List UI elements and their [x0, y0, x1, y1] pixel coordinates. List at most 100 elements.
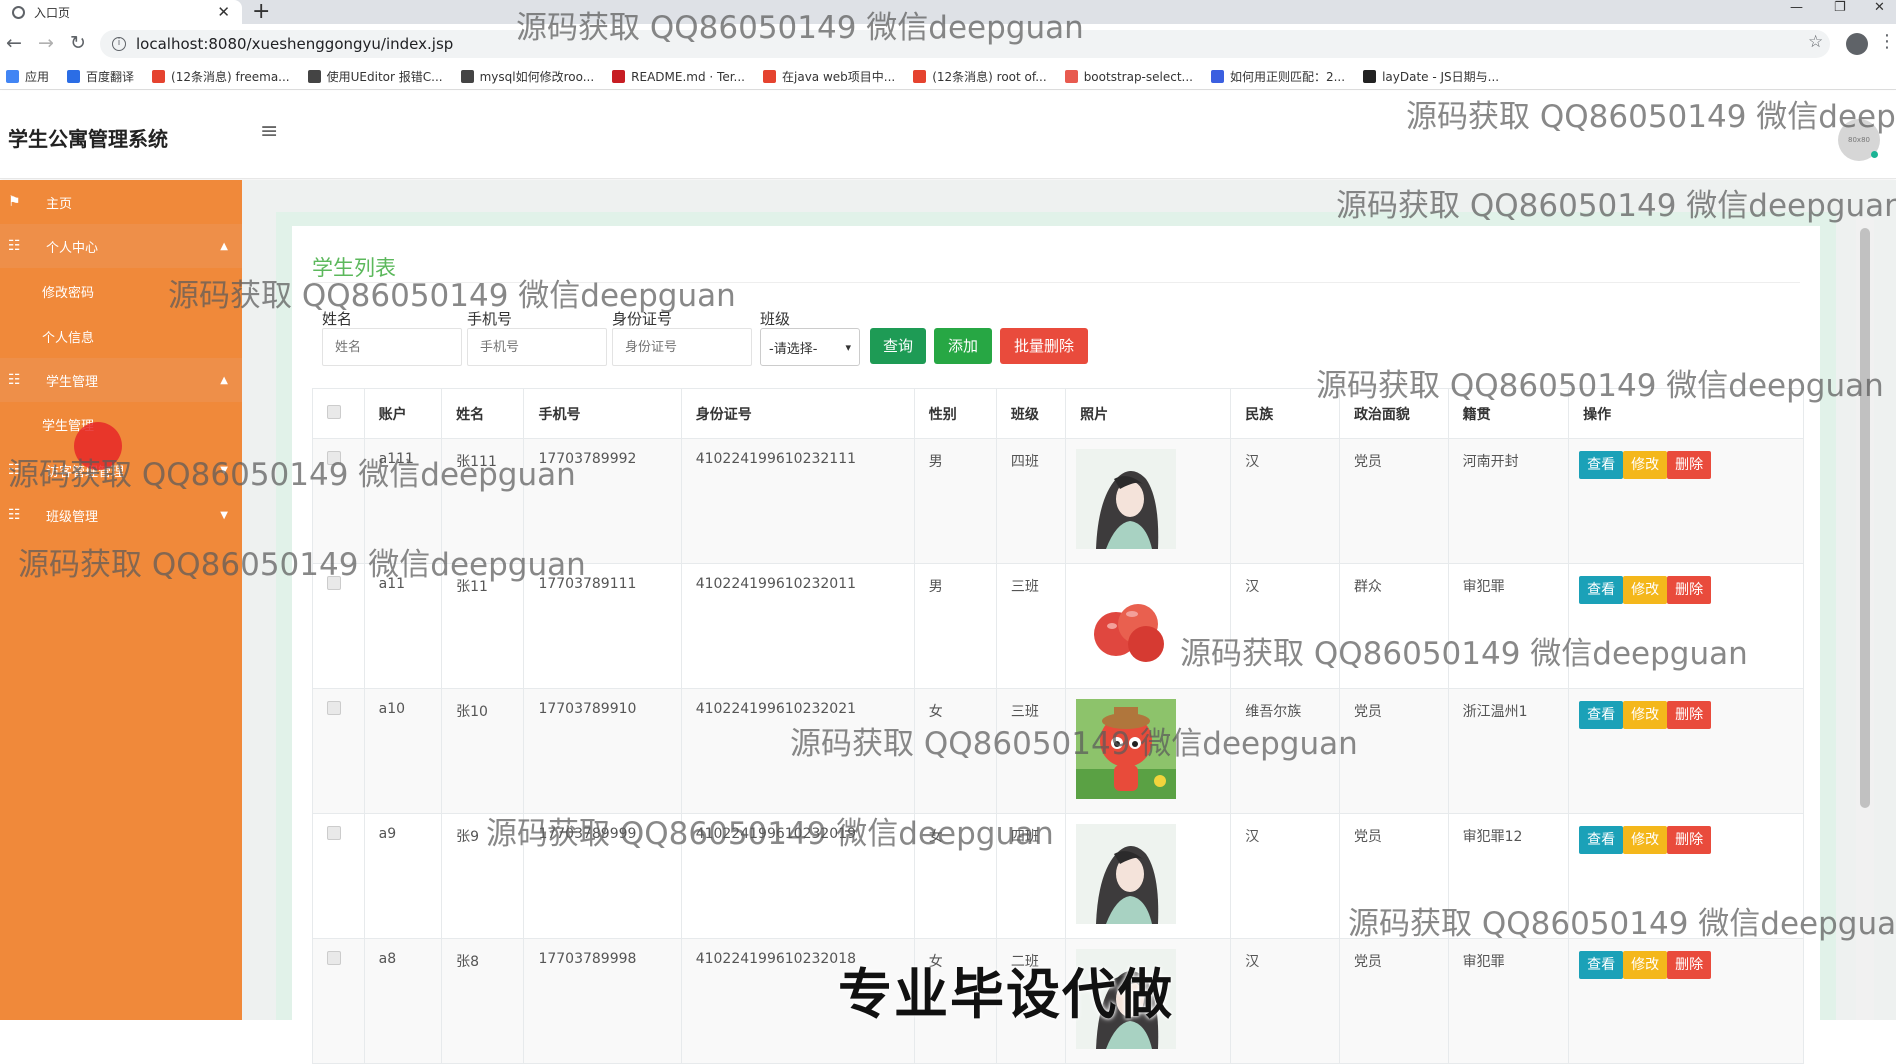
search-button[interactable]: 查询: [870, 328, 926, 364]
bookmark-label: 在java web项目中...: [782, 70, 896, 84]
cell-political: 党员: [1338, 938, 1449, 1064]
row-checkbox[interactable]: [327, 701, 341, 715]
edit-button[interactable]: 修改: [1623, 701, 1668, 729]
sidebar-item[interactable]: ☷ 个人中心 ▲: [0, 224, 242, 268]
bookmark-item[interactable]: 应用: [6, 68, 49, 85]
bookmark-item[interactable]: layDate - JS日期与...: [1363, 68, 1499, 85]
sidebar-item-label: 修改密码: [42, 285, 95, 301]
cell-origin: 河南开封: [1447, 438, 1570, 564]
bookmark-label: mysql如何修改roo...: [479, 70, 595, 84]
cell-phone: 17703789910: [523, 688, 682, 814]
photo-cell: [1065, 813, 1232, 939]
idcard-filter-input[interactable]: [612, 328, 752, 366]
site-info-icon[interactable]: i: [112, 37, 126, 51]
apps-grid-icon: [6, 70, 19, 83]
reload-icon[interactable]: ↻: [70, 32, 86, 54]
delete-button[interactable]: 删除: [1667, 451, 1712, 479]
sidebar-item-label: 个人中心: [46, 240, 99, 256]
view-button[interactable]: 查看: [1579, 451, 1624, 479]
browser-tab[interactable]: 入口页 ✕: [0, 0, 242, 24]
close-tab-icon[interactable]: ✕: [217, 3, 230, 21]
bookmark-favicon-icon: [1210, 70, 1224, 83]
tab-title: 入口页: [34, 5, 71, 20]
cell-class: 三班: [995, 563, 1067, 689]
name-filter-input[interactable]: [322, 328, 462, 366]
view-button[interactable]: 查看: [1579, 576, 1624, 604]
bookmark-item[interactable]: README.md · Ter...: [612, 70, 745, 84]
delete-button[interactable]: 删除: [1667, 576, 1712, 604]
sidebar-item-label: 学生管理: [46, 374, 99, 390]
bookmark-star-icon[interactable]: ☆: [1808, 32, 1823, 52]
bookmark-label: 使用UEditor 报错C...: [326, 70, 443, 84]
bookmark-item[interactable]: 百度翻译: [67, 68, 134, 85]
bookmark-favicon-icon: [1064, 70, 1078, 83]
bookmark-favicon-icon: [152, 70, 166, 83]
view-button[interactable]: 查看: [1579, 951, 1624, 979]
cell-ethnicity: 汉: [1230, 938, 1340, 1064]
scrollbar-thumb[interactable]: [1860, 228, 1870, 808]
window-close-icon[interactable]: ✕: [1874, 0, 1885, 15]
edit-button[interactable]: 修改: [1623, 451, 1668, 479]
cell-ethnicity: 汉: [1230, 813, 1340, 939]
actions-cell: 查看 修改 删除: [1568, 938, 1804, 1064]
sidebar-item[interactable]: 个人信息: [0, 314, 242, 358]
watermark-text: 源码获取 QQ86050149 微信deepguan: [1316, 368, 1884, 404]
class-filter-label: 班级: [760, 310, 791, 328]
globe-icon: [12, 5, 25, 19]
row-select-cell: [312, 813, 365, 939]
class-filter-select[interactable]: -请选择- ▾: [760, 328, 860, 366]
online-status-dot: [1871, 151, 1878, 158]
sidebar-item-label: 个人信息: [42, 330, 95, 346]
profile-icon[interactable]: [1846, 33, 1868, 55]
row-select-cell: [312, 688, 365, 814]
edit-button[interactable]: 修改: [1623, 826, 1668, 854]
row-checkbox[interactable]: [327, 826, 341, 840]
minimize-icon[interactable]: —: [1790, 0, 1803, 15]
column-header: 性别: [913, 388, 997, 439]
bookmark-label: 百度翻译: [86, 70, 135, 84]
edit-button[interactable]: 修改: [1623, 951, 1668, 979]
cell-name: 张10: [441, 688, 525, 814]
hamburger-menu-icon[interactable]: ≡: [260, 119, 278, 144]
watermark-text: 源码获取 QQ86050149 微信deepguan: [486, 816, 1054, 852]
sidebar-item-label: 班级管理: [46, 509, 99, 525]
sidebar-item[interactable]: ☷ 学生管理 ▲: [0, 358, 242, 402]
bookmark-item[interactable]: bootstrap-select...: [1064, 70, 1193, 84]
select-all-checkbox[interactable]: [327, 404, 341, 419]
back-icon[interactable]: ←: [6, 32, 22, 54]
bookmark-item[interactable]: 使用UEditor 报错C...: [307, 68, 443, 85]
batch-delete-button[interactable]: 批量删除: [1000, 328, 1088, 364]
phone-filter-input[interactable]: [467, 328, 607, 366]
caret-up-icon: ▲: [220, 240, 228, 252]
view-button[interactable]: 查看: [1579, 826, 1624, 854]
sidebar-item[interactable]: ☷ 班级管理 ▼: [0, 493, 242, 537]
cell-political: 党员: [1338, 438, 1449, 564]
cell-gender: 男: [913, 563, 997, 689]
bookmark-item[interactable]: (12条消息) freema...: [152, 68, 290, 85]
bookmarks-bar: 应用 百度翻译 (12条消息) freema... 使用UEditor 报错C... m…: [0, 64, 1896, 90]
restore-icon[interactable]: ❐: [1834, 0, 1846, 15]
bookmark-item[interactable]: (12条消息) root of...: [913, 68, 1047, 85]
sidebar-item-label: 主页: [46, 196, 73, 212]
chevron-down-icon: ▾: [845, 340, 851, 354]
delete-button[interactable]: 删除: [1667, 701, 1712, 729]
bookmark-favicon-icon: [763, 70, 776, 83]
select-all-cell: [312, 388, 365, 439]
delete-button[interactable]: 删除: [1667, 826, 1712, 854]
cell-origin: 审犯罪: [1447, 938, 1570, 1064]
add-button[interactable]: 添加: [934, 328, 992, 364]
bookmark-item[interactable]: 在java web项目中...: [763, 68, 895, 85]
forward-icon[interactable]: →: [38, 32, 54, 54]
menu-kebab-icon[interactable]: ⋮: [1878, 31, 1896, 52]
photo-cell: [1065, 438, 1232, 564]
view-button[interactable]: 查看: [1579, 701, 1624, 729]
sidebar-item[interactable]: ⚑ 主页: [0, 180, 242, 224]
new-tab-button[interactable]: +: [252, 0, 270, 24]
column-header: 身份证号: [680, 388, 915, 439]
row-checkbox[interactable]: [327, 951, 341, 965]
edit-button[interactable]: 修改: [1623, 576, 1668, 604]
delete-button[interactable]: 删除: [1667, 951, 1712, 979]
bookmark-item[interactable]: 如何用正则匹配：2...: [1210, 68, 1345, 85]
bookmark-item[interactable]: mysql如何修改roo...: [460, 68, 595, 85]
cell-account: a9: [363, 813, 443, 939]
